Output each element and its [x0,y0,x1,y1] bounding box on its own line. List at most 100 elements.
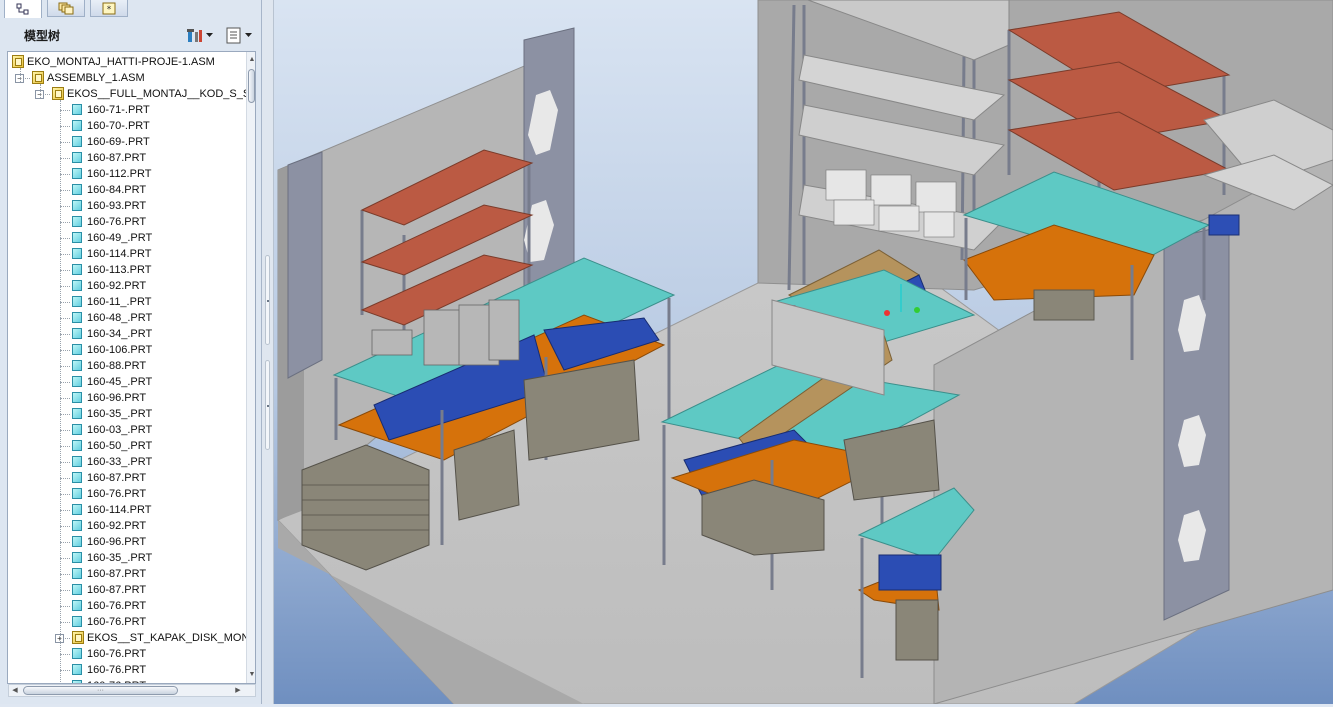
tree-item-part[interactable]: 160-84.PRT [8,182,244,198]
tree-item-part[interactable]: 160-11_.PRT [8,294,244,310]
splitter-grip[interactable] [265,360,270,450]
panel-title: 模型树 [24,29,61,43]
tree-item-part[interactable]: 160-35_.PRT [8,550,244,566]
tree-item-assembly[interactable]: − ASSEMBLY_1.ASM [8,70,244,86]
tree-item-part[interactable]: 160-96.PRT [8,534,244,550]
3d-viewport[interactable] [274,0,1333,705]
tab-model-tree[interactable] [4,0,42,18]
tree-horizontal-scrollbar[interactable]: ◀ ··· ▶ [8,684,256,697]
tree-item-part[interactable]: 160-113.PRT [8,262,244,278]
tree-item-label: 160-76.PRT [87,488,147,500]
tree-item-label: 160-49_.PRT [87,232,153,244]
tree-item-label: 160-87.PRT [87,584,147,596]
tree-item-label: 160-88.PRT [87,360,147,372]
tree-item-label: 160-69-.PRT [87,136,150,148]
panel-splitter[interactable] [262,0,274,704]
show-settings-button[interactable] [226,25,252,45]
part-icon [72,648,82,659]
tree-item-part[interactable]: 160-33_.PRT [8,454,244,470]
navigator-tabs: * [0,0,262,18]
tree-item-assembly[interactable]: + EKOS__ST_KAPAK_DISK_MON [8,630,249,646]
scroll-up-icon[interactable]: ▲ [247,54,255,66]
tree-item-part[interactable]: 160-96.PRT [8,390,244,406]
tree-item-part[interactable]: 160-48_.PRT [8,310,244,326]
tab-layers[interactable] [47,0,85,17]
assembly-icon [72,631,84,644]
part-icon [72,456,82,467]
tree-item-part[interactable]: 160-35_.PRT [8,406,244,422]
tree-item-part[interactable]: 160-88.PRT [8,358,244,374]
favorites-icon: * [102,2,116,15]
tree-item-part[interactable]: 160-76.PRT [8,614,244,630]
scrollbar-thumb[interactable] [248,69,255,103]
part-icon [72,568,82,579]
tree-item-part[interactable]: 160-87.PRT [8,566,244,582]
tree-item-part[interactable]: 160-49_.PRT [8,230,244,246]
tree-item-part[interactable]: 160-87.PRT [8,470,244,486]
part-icon [72,424,82,435]
scroll-left-icon[interactable]: ◀ [10,685,20,696]
chevron-down-icon [245,32,252,37]
tree-item-assembly[interactable]: − EKOS__FULL_MONTAJ__KOD_S_ST [8,86,255,102]
tree-item-part[interactable]: 160-69-.PRT [8,134,244,150]
tree-item-part[interactable]: 160-45_.PRT [8,374,244,390]
tree-item-label: 160-71-.PRT [87,104,150,116]
tree-item-part[interactable]: 160-76.PRT [8,214,244,230]
part-icon [72,360,82,371]
tree-item-part[interactable]: 160-92.PRT [8,278,244,294]
part-icon [72,232,82,243]
part-icon [72,488,82,499]
tree-item-label: 160-112.PRT [87,168,152,180]
tree-vertical-scrollbar[interactable]: ▲ ▼ [246,52,255,683]
layers-icon [58,2,74,14]
tree-item-label: 160-50_.PRT [87,440,153,452]
tree-item-label: 160-45_.PRT [87,376,153,388]
scroll-right-icon[interactable]: ▶ [233,685,243,696]
tree-item-part[interactable]: 160-34_.PRT [8,326,244,342]
model-tree-icon [16,3,29,15]
tree-item-part[interactable]: 160-93.PRT [8,198,244,214]
tree-item-part[interactable]: 160-92.PRT [8,518,244,534]
svg-text:*: * [107,5,112,15]
tree-item-part[interactable]: 160-112.PRT [8,166,244,182]
tree-item-part[interactable]: 160-87.PRT [8,582,244,598]
tree-item-label: 160-114.PRT [87,504,152,516]
tree-item-part[interactable]: 160-03_.PRT [8,422,244,438]
scrollbar-thumb[interactable]: ··· [23,686,178,695]
tree-item-part[interactable]: 160-87.PRT [8,150,244,166]
tree-item-label: 160-76.PRT [87,664,147,676]
splitter-grip[interactable] [265,255,270,345]
tree-item-label: 160-76.PRT [87,600,147,612]
tree-item-label: EKOS__ST_KAPAK_DISK_MON [87,632,250,644]
tree-item-part[interactable]: 160-114.PRT [8,246,244,262]
list-settings-icon [226,27,241,43]
part-icon [72,584,82,595]
tree-item-assembly[interactable]: EKO_MONTAJ_HATTI-PROJE-1.ASM [8,54,244,70]
tree-item-label: 160-93.PRT [87,200,147,212]
part-icon [72,248,82,259]
part-icon [72,408,82,419]
part-icon [72,152,82,163]
tree-item-label: 160-35_.PRT [87,552,153,564]
tab-favorites[interactable]: * [90,0,128,17]
tree-item-part[interactable]: 160-106.PRT [8,342,244,358]
tree-item-label: 160-96.PRT [87,392,147,404]
part-icon [72,616,82,627]
tree-item-part[interactable]: 160-76.PRT [8,662,244,678]
tree-item-part[interactable]: 160-114.PRT [8,502,244,518]
tree-item-part[interactable]: 160-50_.PRT [8,438,244,454]
tree-item-part[interactable]: 160-76.PRT [8,598,244,614]
tree-item-part[interactable]: 160-76.PRT [8,486,244,502]
part-icon [72,344,82,355]
assembly-model-render[interactable] [274,0,1333,705]
part-icon [72,168,82,179]
tree-item-part[interactable]: 160-76.PRT [8,646,244,662]
tree-item-part[interactable]: 160-71-.PRT [8,102,244,118]
tree-item-label: EKOS__FULL_MONTAJ__KOD_S_ST [67,88,256,100]
scroll-down-icon[interactable]: ▼ [247,669,255,681]
tree-settings-button[interactable] [186,25,213,45]
part-icon [72,664,82,675]
part-icon [72,296,82,307]
tree-item-label: 160-11_.PRT [87,296,152,308]
tree-item-part[interactable]: 160-70-.PRT [8,118,244,134]
